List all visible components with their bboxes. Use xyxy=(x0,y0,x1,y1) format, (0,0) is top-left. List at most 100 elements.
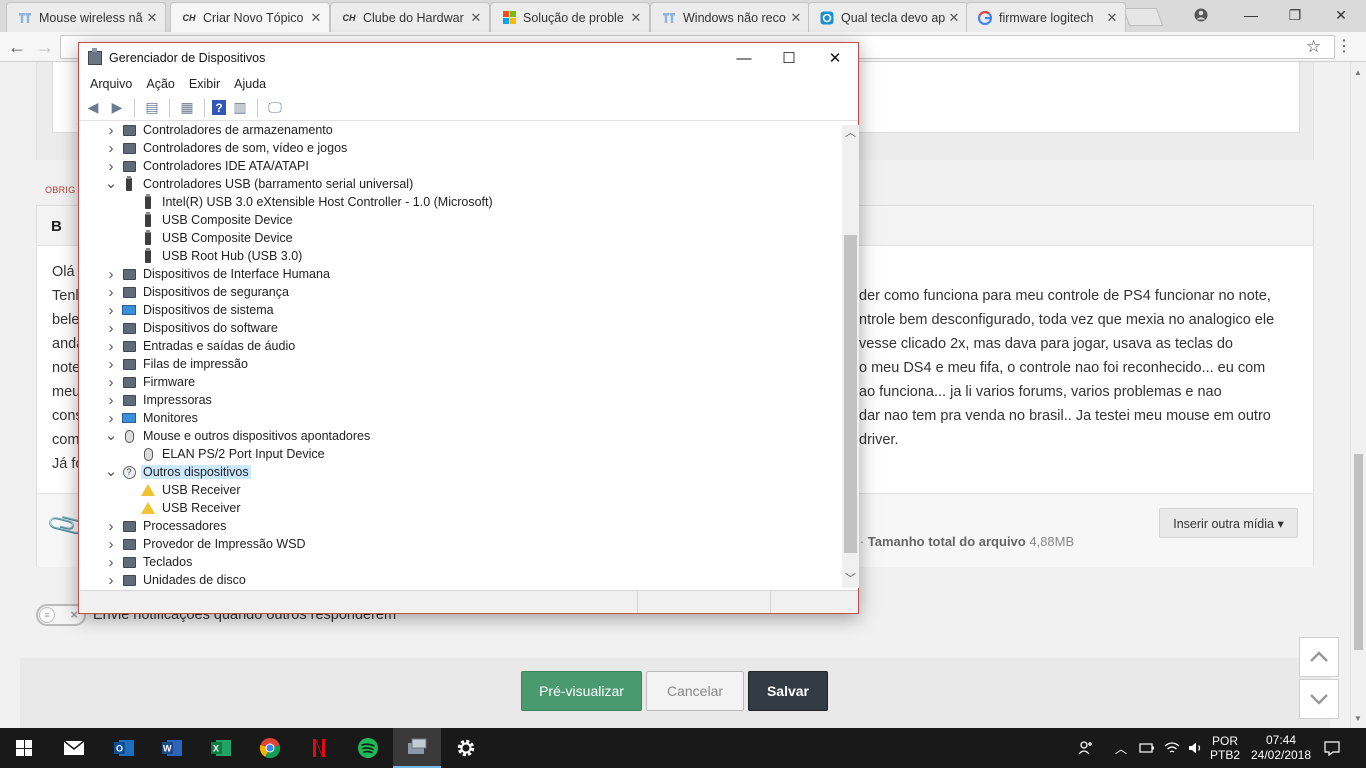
device-category[interactable]: › Monitores xyxy=(80,409,842,427)
expand-chevron-icon[interactable]: › xyxy=(104,158,118,175)
collapse-chevron-icon[interactable]: ⌄ xyxy=(104,464,118,479)
device-item[interactable]: USB Composite Device xyxy=(80,211,842,229)
chrome-icon[interactable] xyxy=(246,728,294,768)
device-item[interactable]: USB Composite Device xyxy=(80,229,842,247)
expand-chevron-icon[interactable]: › xyxy=(104,572,118,589)
expand-chevron-icon[interactable]: › xyxy=(104,374,118,391)
netflix-icon[interactable] xyxy=(295,728,343,768)
expand-chevron-icon[interactable]: › xyxy=(104,140,118,157)
settings-gear-icon[interactable] xyxy=(442,728,490,768)
tab-close-icon[interactable]: ✕ xyxy=(629,10,643,26)
device-category[interactable]: › Dispositivos de sistema xyxy=(80,301,842,319)
device-category[interactable]: ⌄? Outros dispositivos xyxy=(80,463,842,481)
profile-icon[interactable] xyxy=(1178,0,1224,30)
show-hidden-icons-icon[interactable]: ︿ xyxy=(1115,728,1127,768)
browser-tab[interactable]: Windows não reco ✕ xyxy=(650,2,810,32)
device-item[interactable]: USB Receiver xyxy=(80,499,842,517)
clock[interactable]: 07:44 24/02/2018 xyxy=(1251,728,1311,768)
minimize-icon[interactable]: — xyxy=(1228,0,1274,30)
dm-minimize-icon[interactable]: — xyxy=(721,43,767,73)
cancel-button[interactable]: Cancelar xyxy=(646,671,744,711)
scroll-up-icon[interactable]: ︿ xyxy=(842,125,859,142)
volume-icon[interactable] xyxy=(1188,728,1204,768)
browser-tab[interactable]: firmware logitech ✕ xyxy=(966,2,1126,32)
dm-close-icon[interactable]: ✕ xyxy=(812,43,858,73)
device-tree-scrollbar[interactable]: ︿ ﹀ xyxy=(842,125,859,588)
device-category[interactable]: › Dispositivos do software xyxy=(80,319,842,337)
device-category[interactable]: › Processadores xyxy=(80,517,842,535)
help-icon[interactable]: ? xyxy=(212,100,226,115)
device-manager-taskbar-icon[interactable] xyxy=(393,728,441,768)
expand-chevron-icon[interactable]: › xyxy=(104,302,118,319)
expand-chevron-icon[interactable]: › xyxy=(104,320,118,337)
wifi-icon[interactable] xyxy=(1164,728,1180,768)
browser-tab[interactable]: CH Clube do Hardwar ✕ xyxy=(330,2,490,32)
scroll-top-button[interactable] xyxy=(1299,637,1339,677)
device-item[interactable]: USB Root Hub (USB 3.0) xyxy=(80,247,842,265)
back-arrow-icon[interactable]: ◀ xyxy=(83,98,103,118)
battery-icon[interactable] xyxy=(1139,728,1155,768)
scroll-thumb[interactable] xyxy=(844,235,857,553)
device-item[interactable]: ELAN PS/2 Port Input Device xyxy=(80,445,842,463)
device-category[interactable]: › Impressoras xyxy=(80,391,842,409)
scroll-down-icon[interactable]: ▼ xyxy=(1354,714,1362,723)
device-category[interactable]: ⌄ Controladores USB (barramento serial un… xyxy=(80,175,842,193)
back-icon[interactable]: ← xyxy=(6,36,28,58)
tab-close-icon[interactable]: ✕ xyxy=(947,10,961,26)
input-language[interactable]: POR PTB2 xyxy=(1210,728,1240,768)
device-tree[interactable]: › Controladores de armazenamento › Controla… xyxy=(80,125,842,588)
preview-button[interactable]: Pré-visualizar xyxy=(521,671,642,711)
expand-chevron-icon[interactable]: › xyxy=(104,125,118,139)
browser-tab[interactable]: Mouse wireless nã ✕ xyxy=(6,2,166,32)
device-category[interactable]: › Dispositivos de Interface Humana xyxy=(80,265,842,283)
device-list-icon[interactable]: ▦ xyxy=(177,98,197,118)
collapse-chevron-icon[interactable]: ⌄ xyxy=(104,176,118,191)
browser-menu-icon[interactable]: ⋮ xyxy=(1336,36,1352,56)
start-button[interactable] xyxy=(0,728,48,768)
bold-button[interactable]: B xyxy=(51,218,62,235)
menu-exibir[interactable]: Exibir xyxy=(182,77,227,91)
browser-tab[interactable]: Qual tecla devo ap ✕ xyxy=(808,2,968,32)
mail-icon[interactable] xyxy=(50,728,98,768)
tab-close-icon[interactable]: ✕ xyxy=(789,10,803,26)
word-icon[interactable]: W xyxy=(148,728,196,768)
expand-chevron-icon[interactable]: › xyxy=(104,392,118,409)
spotify-icon[interactable] xyxy=(344,728,392,768)
dm-maximize-icon[interactable]: ☐ xyxy=(766,43,812,73)
menu-ajuda[interactable]: Ajuda xyxy=(227,77,273,91)
expand-chevron-icon[interactable]: › xyxy=(104,284,118,301)
page-scrollbar[interactable]: ▲ ▼ xyxy=(1350,62,1366,728)
menu-acao[interactable]: Ação xyxy=(139,77,182,91)
new-tab-button[interactable] xyxy=(1122,8,1164,26)
tab-close-icon[interactable]: ✕ xyxy=(469,10,483,26)
device-category[interactable]: › Dispositivos de segurança xyxy=(80,283,842,301)
tab-close-icon[interactable]: ✕ xyxy=(1105,10,1119,26)
device-category[interactable]: › Teclados xyxy=(80,553,842,571)
insert-media-button[interactable]: Inserir outra mídia ▾ xyxy=(1159,508,1298,538)
device-item[interactable]: Intel(R) USB 3.0 eXtensible Host Control… xyxy=(80,193,842,211)
expand-chevron-icon[interactable]: › xyxy=(104,356,118,373)
action-center-icon[interactable] xyxy=(1324,728,1340,768)
device-category[interactable]: › Provedor de Impressão WSD xyxy=(80,535,842,553)
save-button[interactable]: Salvar xyxy=(748,671,828,711)
scroll-down-icon[interactable]: ﹀ xyxy=(842,571,859,588)
scan-hardware-icon[interactable]: 🖵 xyxy=(265,98,285,118)
device-category[interactable]: ⌄ Mouse e outros dispositivos apontadores xyxy=(80,427,842,445)
menu-arquivo[interactable]: Arquivo xyxy=(83,77,139,91)
collapse-chevron-icon[interactable]: ⌄ xyxy=(104,428,118,443)
properties-icon[interactable]: ▤ xyxy=(142,98,162,118)
expand-chevron-icon[interactable]: › xyxy=(104,410,118,427)
browser-tab[interactable]: Solução de proble ✕ xyxy=(490,2,650,32)
expand-chevron-icon[interactable]: › xyxy=(104,554,118,571)
expand-chevron-icon[interactable]: › xyxy=(104,518,118,535)
device-category[interactable]: › Controladores de som, vídeo e jogos xyxy=(80,139,842,157)
expand-chevron-icon[interactable]: › xyxy=(104,338,118,355)
device-item[interactable]: USB Receiver xyxy=(80,481,842,499)
excel-icon[interactable]: X xyxy=(197,728,245,768)
forward-icon[interactable]: → xyxy=(34,36,56,58)
close-icon[interactable]: ✕ xyxy=(1318,0,1364,30)
people-icon[interactable] xyxy=(1078,728,1094,768)
tab-close-icon[interactable]: ✕ xyxy=(309,10,323,26)
expand-chevron-icon[interactable]: › xyxy=(104,266,118,283)
device-category[interactable]: › Firmware xyxy=(80,373,842,391)
